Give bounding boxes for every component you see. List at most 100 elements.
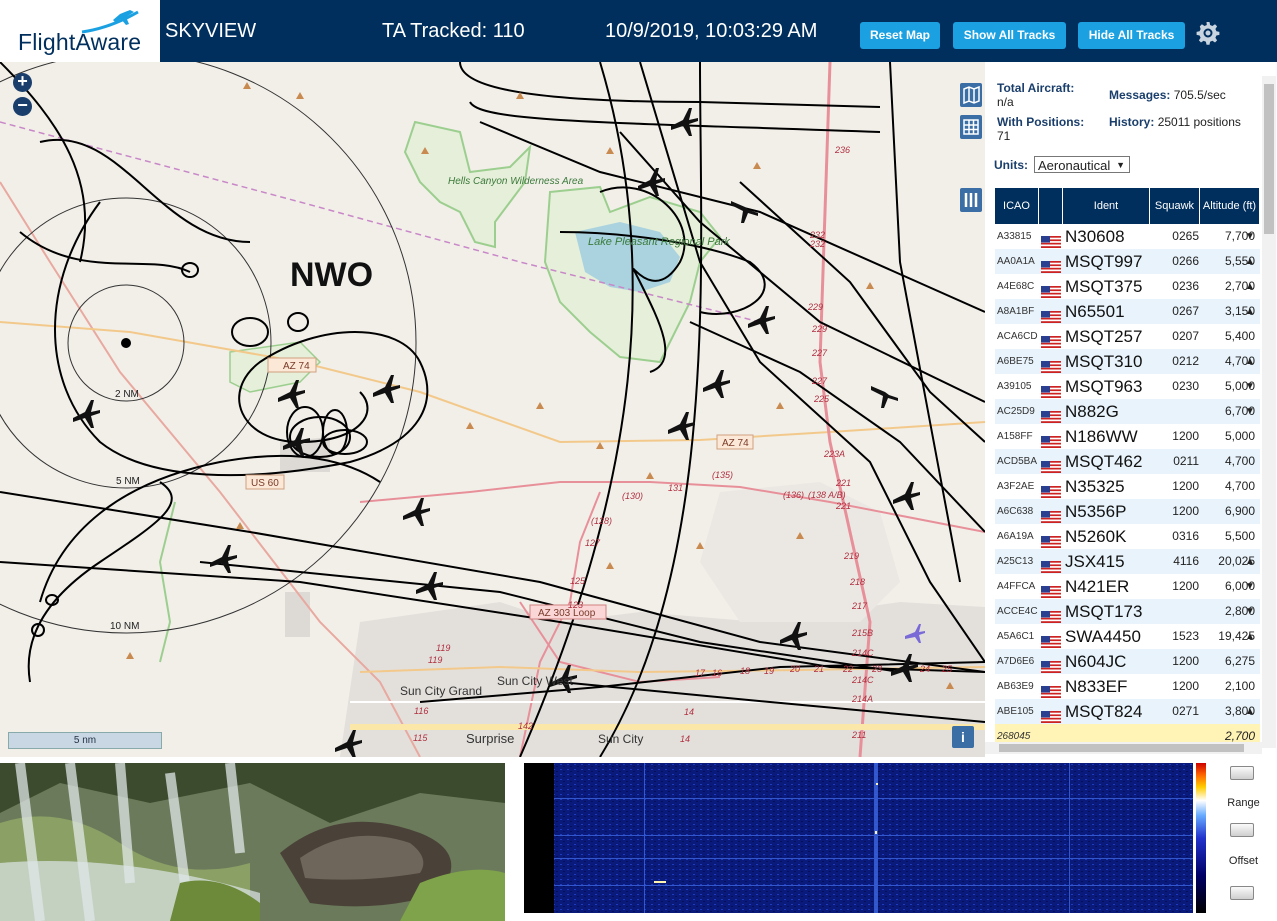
squawk-cell: 0207 <box>1172 329 1199 343</box>
scroll-thumb[interactable] <box>999 744 1244 752</box>
col-altitude[interactable]: Altitude (ft) <box>1200 188 1260 224</box>
waterfall-photo <box>0 763 505 921</box>
road-label: US 60 <box>251 478 279 489</box>
squawk-cell: 1200 <box>1172 479 1199 493</box>
ident-cell: N5356P <box>1065 502 1127 521</box>
icao-cell: AB63E9 <box>997 681 1034 692</box>
ident-cell: N833EF <box>1065 677 1128 696</box>
us-flag-icon <box>1041 432 1061 448</box>
road-exit-number: 218 <box>849 577 865 587</box>
table-row[interactable]: A25C13 JSX415 4116 20,025 ▲ <box>995 549 1260 574</box>
road-exit-number: (128) <box>591 516 612 526</box>
table-row[interactable]: A158FF N186WW 1200 5,000 <box>995 424 1260 449</box>
squawk-cell <box>1153 399 1199 424</box>
aircraft-icon[interactable] <box>731 201 758 223</box>
table-row[interactable]: AA0A1A MSQT997 0266 5,550 ▲ <box>995 249 1260 274</box>
zoom-out-button[interactable]: − <box>13 96 32 116</box>
aircraft-icon[interactable] <box>703 370 730 398</box>
table-row[interactable]: A8A1BF N65501 0267 3,150 ▲ <box>995 299 1260 324</box>
table-row[interactable]: A6BE75 MSQT310 0212 4,700 ▲ <box>995 349 1260 374</box>
road-exit-number: 221 <box>835 478 851 488</box>
map-layer-button[interactable] <box>960 83 982 107</box>
spectrum-waterfall[interactable] <box>524 763 1193 913</box>
zoom-in-button[interactable]: + <box>13 72 32 92</box>
ident-cell: JSX415 <box>1065 552 1125 571</box>
us-flag-icon <box>1041 607 1061 623</box>
us-flag-icon <box>1041 332 1061 348</box>
icao-cell: A6C638 <box>997 506 1034 517</box>
col-ident[interactable]: Ident <box>1063 188 1150 224</box>
us-flag-icon <box>1041 682 1061 698</box>
aircraft-icon[interactable] <box>668 412 695 440</box>
ident-cell: N30608 <box>1065 227 1125 246</box>
columns-button[interactable] <box>960 188 982 212</box>
flightaware-logo[interactable]: FlightAware <box>0 0 160 62</box>
col-icao[interactable]: ICAO <box>995 188 1039 224</box>
aircraft-icon[interactable] <box>210 545 237 573</box>
col-flag[interactable] <box>1039 188 1063 224</box>
col-squawk[interactable]: Squawk <box>1150 188 1200 224</box>
map-scale: 5 nm <box>8 732 162 749</box>
aircraft-icon[interactable] <box>403 498 430 526</box>
aircraft-icon[interactable] <box>871 386 898 408</box>
ident-cell: N882G <box>1065 402 1119 421</box>
table-row[interactable]: A4FFCA N421ER 1200 6,000 ▼ <box>995 574 1260 599</box>
top-slider-handle[interactable] <box>1230 766 1254 780</box>
road-exit-number: 214C <box>851 675 874 685</box>
table-row[interactable]: AC25D9 N882G 6,700 ▼ <box>995 399 1260 424</box>
road-exit-number: 18 <box>740 666 750 676</box>
table-row[interactable]: AB63E9 N833EF 1200 2,100 <box>995 674 1260 699</box>
history-stat: History: 25011 positions <box>1109 115 1249 129</box>
aircraft-icon[interactable] <box>893 482 920 510</box>
vertical-scrollbar[interactable] <box>1262 76 1276 748</box>
units-label: Units: <box>994 158 1028 172</box>
aircraft-icon[interactable] <box>373 375 400 403</box>
aircraft-icon[interactable] <box>416 572 443 600</box>
table-row[interactable]: ACD5BA MSQT462 0211 4,700 <box>995 449 1260 474</box>
app-name: SKYVIEW <box>165 20 257 42</box>
map-canvas[interactable]: NWO 2 NM 5 NM 10 NM Hells Canyon Wildern… <box>0 62 985 757</box>
gear-icon[interactable] <box>1196 21 1220 45</box>
aircraft-icon[interactable] <box>671 108 698 136</box>
road-exit-number: 225 <box>813 394 830 404</box>
table-row[interactable]: A33815 N30608 0265 7,700 ▼ <box>995 224 1260 249</box>
table-row[interactable]: ACA6CD MSQT257 0207 5,400 <box>995 324 1260 349</box>
table-row[interactable]: A3F2AE N35325 1200 4,700 <box>995 474 1260 499</box>
scroll-thumb[interactable] <box>1264 84 1274 234</box>
aircraft-icon[interactable] <box>748 306 775 334</box>
road-exit-number: 25 <box>941 664 953 674</box>
squawk-cell: 0211 <box>1173 454 1199 468</box>
table-row[interactable]: ABE105 MSQT824 0271 3,800 ▲ <box>995 699 1260 724</box>
total-aircraft-label: Total Aircraft: <box>997 81 1075 95</box>
road-exit-number: 142 <box>518 721 533 731</box>
photo-image <box>0 763 505 921</box>
road-exit-number: 14 <box>680 734 690 744</box>
hide-all-tracks-button[interactable]: Hide All Tracks <box>1078 22 1185 49</box>
table-row[interactable]: A6C638 N5356P 1200 6,900 <box>995 499 1260 524</box>
map-icon <box>963 85 980 105</box>
ident-cell: N604JC <box>1065 652 1127 671</box>
offset-slider-handle[interactable] <box>1230 886 1254 900</box>
table-row[interactable]: A5A6C1 SWA4450 1523 19,425 ▲ <box>995 624 1260 649</box>
chevron-down-icon: ▼ <box>1116 160 1125 170</box>
table-row[interactable]: A6A19A N5260K 0316 5,500 <box>995 524 1260 549</box>
grid-button[interactable] <box>960 115 982 139</box>
table-row[interactable]: ACCE4C MSQT173 2,800 ▼ <box>995 599 1260 624</box>
table-body: A33815 N30608 0265 7,700 ▼ AA0A1A MSQT997 0266 5… <box>995 224 1260 749</box>
trend-icon: ▲ <box>1245 706 1255 717</box>
map-view[interactable]: NWO 2 NM 5 NM 10 NM Hells Canyon Wildern… <box>0 62 985 757</box>
table-row[interactable]: A4E68C MSQT375 0236 2,700 ▲ <box>995 274 1260 299</box>
road-exit-number: 211 <box>851 730 866 740</box>
range-slider-handle[interactable] <box>1230 823 1254 837</box>
icao-cell: AC25D9 <box>997 406 1035 417</box>
info-button[interactable]: i <box>952 726 974 748</box>
show-all-tracks-button[interactable]: Show All Tracks <box>953 22 1066 49</box>
table-row[interactable]: A39105 MSQT963 0230 5,000 ▼ <box>995 374 1260 399</box>
table-row[interactable]: A7D6E6 N604JC 1200 6,275 <box>995 649 1260 674</box>
units-select[interactable]: Aeronautical ▼ <box>1034 156 1130 173</box>
trend-icon: ▲ <box>1245 306 1255 317</box>
us-flag-icon <box>1041 457 1061 473</box>
trend-icon: ▼ <box>1245 231 1255 242</box>
reset-map-button[interactable]: Reset Map <box>860 22 940 49</box>
horizontal-scrollbar[interactable] <box>985 742 1262 754</box>
